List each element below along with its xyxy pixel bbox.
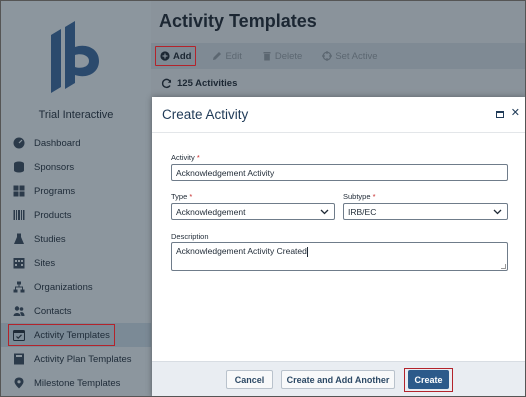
toolbar: Add Edit Delete Set Active [151, 43, 525, 69]
delete-button[interactable]: Delete [258, 46, 306, 66]
sidebar-item-organizations[interactable]: Organizations [1, 275, 151, 299]
flask-icon [14, 233, 24, 244]
sitemap-icon [13, 281, 25, 293]
activity-field[interactable]: Acknowledgement Activity [171, 164, 508, 181]
set-active-label: Set Active [335, 50, 378, 62]
brand-name: Trial Interactive [38, 109, 114, 121]
sidebar-item-studies[interactable]: Studies [1, 227, 151, 251]
barcode-icon [13, 210, 25, 220]
sidebar-item-label: Organizations [34, 281, 93, 293]
sidebar-item-label: Contacts [34, 305, 72, 317]
chevron-down-icon [320, 209, 329, 215]
type-select[interactable]: Acknowledgement [171, 203, 335, 220]
subtype-label: Subtype * [343, 192, 376, 201]
crosshair-icon [322, 51, 333, 61]
subtype-label-text: Subtype [343, 192, 371, 201]
create-and-add-another-label: Create and Add Another [286, 374, 390, 385]
sidebar-item-label: Programs [34, 185, 76, 197]
activity-label: Activity * [171, 153, 200, 162]
sidebar-item-programs[interactable]: Programs [1, 179, 151, 203]
description-textarea[interactable]: Acknowledgement Activity Created [171, 242, 508, 271]
create-button[interactable]: Create [408, 370, 449, 389]
chevron-down-icon [493, 209, 502, 215]
activity-label-text: Activity [171, 153, 195, 162]
type-value: Acknowledgement [176, 206, 246, 217]
sidebar-item-activity-templates[interactable]: Activity Templates [1, 323, 151, 347]
subtype-value: IRB/EC [348, 206, 377, 217]
type-label: Type * [171, 192, 192, 201]
sidebar: Trial Interactive Dashboard Sponsors Pro… [1, 1, 151, 396]
text-caret [306, 246, 308, 257]
refresh-icon[interactable] [161, 78, 172, 89]
book-icon [14, 353, 24, 365]
brand-logo [51, 21, 99, 93]
add-label: Add [173, 50, 192, 62]
sidebar-item-activity-plan-templates[interactable]: Activity Plan Templates [1, 347, 151, 371]
maximize-icon[interactable] [496, 111, 504, 118]
create-and-add-another-button[interactable]: Create and Add Another [281, 370, 395, 389]
cancel-button[interactable]: Cancel [226, 370, 273, 389]
trash-icon [263, 52, 271, 61]
sidebar-item-label: Milestone Templates [34, 377, 121, 389]
set-active-button[interactable]: Set Active [318, 46, 381, 66]
required-marker: * [189, 192, 193, 201]
create-activity-dialog: Create Activity ✕ Activity * Acknowledge… [152, 97, 525, 396]
sidebar-item-products[interactable]: Products [1, 203, 151, 227]
building-icon [13, 258, 25, 269]
cancel-label: Cancel [234, 374, 265, 385]
highlight-box [8, 324, 115, 346]
edit-label: Edit [225, 50, 242, 62]
pencil-icon [213, 52, 222, 60]
description-label: Description [171, 232, 209, 241]
sidebar-item-label: Activity Plan Templates [34, 353, 132, 365]
close-icon[interactable]: ✕ [511, 108, 520, 119]
sidebar-item-label: Products [34, 209, 72, 221]
sidebar-item-sites[interactable]: Sites [1, 251, 151, 275]
create-label: Create [414, 374, 443, 385]
map-marker-icon [14, 377, 24, 389]
sidebar-item-milestone-templates[interactable]: Milestone Templates [1, 371, 151, 395]
sidebar-nav: Dashboard Sponsors Programs Products Stu… [1, 131, 151, 395]
activity-count: 125 Activities [161, 78, 237, 89]
dialog-title: Create Activity [162, 107, 249, 122]
sidebar-item-sponsors[interactable]: Sponsors [1, 155, 151, 179]
type-label-text: Type [171, 192, 188, 201]
sidebar-item-label: Dashboard [34, 137, 81, 149]
sidebar-item-label: Sponsors [34, 161, 75, 173]
dashboard-icon [13, 137, 25, 149]
app-window: Trial Interactive Dashboard Sponsors Pro… [0, 0, 526, 397]
edit-button[interactable]: Edit [208, 46, 245, 66]
page-title: Activity Templates [159, 11, 317, 31]
dialog-footer: Cancel Create and Add Another Create [152, 361, 525, 396]
dialog-header: Create Activity ✕ [152, 97, 525, 133]
activity-value: Acknowledgement Activity [176, 167, 275, 178]
activity-count-label: 125 Activities [177, 78, 238, 89]
delete-label: Delete [274, 50, 303, 62]
add-button[interactable]: Add [155, 46, 197, 66]
sidebar-item-label: Studies [34, 233, 66, 245]
description-value: Acknowledgement Activity Created [176, 246, 307, 256]
sidebar-item-label: Sites [34, 257, 56, 269]
required-marker: * [196, 153, 200, 162]
subtype-select[interactable]: IRB/EC [343, 203, 508, 220]
sidebar-item-contacts[interactable]: Contacts [1, 299, 151, 323]
sidebar-item-dashboard[interactable]: Dashboard [1, 131, 151, 155]
database-icon [14, 161, 24, 173]
resize-handle[interactable] [501, 264, 506, 269]
plus-circle-icon [160, 51, 170, 61]
required-marker: * [372, 192, 376, 201]
users-icon [13, 306, 25, 316]
grid-icon [13, 185, 25, 197]
description-label-text: Description [171, 232, 209, 241]
